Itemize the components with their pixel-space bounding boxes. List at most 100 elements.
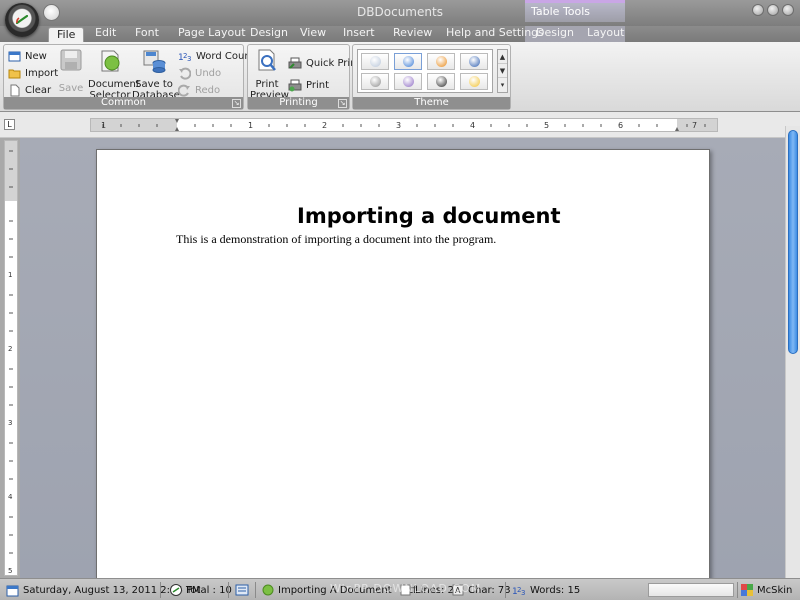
print-button[interactable]: Print (288, 77, 329, 93)
tab-page-layout[interactable]: Page Layout (178, 26, 246, 42)
save-to-database-button[interactable]: Save to Database (132, 48, 180, 101)
office-blue-icon (403, 56, 414, 67)
new-document-icon (8, 51, 21, 61)
document-selector-icon (262, 584, 274, 596)
svg-text:1: 1 (248, 121, 253, 130)
svg-text:A: A (455, 586, 461, 595)
import-button[interactable]: Import (8, 65, 58, 81)
status-lines: Lines: 2 (400, 582, 454, 598)
tab-stop-selector[interactable]: L (4, 119, 15, 130)
maximize-button[interactable] (767, 4, 779, 16)
vertical-scrollbar[interactable] (785, 126, 800, 578)
quick-print-icon (288, 57, 302, 69)
tab-font[interactable]: Font (135, 26, 159, 42)
svg-text:3: 3 (187, 55, 191, 62)
svg-text:4: 4 (470, 121, 475, 130)
status-progress-field (648, 583, 734, 597)
calendar-icon (6, 585, 19, 596)
help-sphere-icon (469, 56, 480, 67)
character-icon: A (452, 584, 464, 596)
ruler-row: L 1 1 2 3 4 5 6 7 (0, 112, 800, 138)
theme-item[interactable] (394, 53, 422, 70)
document-view-icon (235, 584, 249, 596)
database-save-icon (143, 50, 166, 73)
status-chars: A Char: 73 (452, 582, 511, 598)
minimize-button[interactable] (752, 4, 764, 16)
skin-selector[interactable]: McSkin (741, 582, 792, 598)
tab-review[interactable]: Review (393, 26, 432, 42)
application-menu-button[interactable] (5, 3, 39, 37)
context-tab-group-label: Table Tools (525, 0, 625, 22)
status-total: Total : 10 (170, 582, 232, 598)
printing-dialog-launcher-icon[interactable]: ↘ (338, 99, 347, 108)
tab-table-design[interactable]: Design (536, 26, 574, 42)
svg-text:3: 3 (396, 121, 401, 130)
print-preview-button[interactable]: Print Preview (250, 48, 289, 101)
theme-item[interactable] (427, 73, 455, 90)
purple-swirl-icon (403, 76, 414, 87)
theme-item[interactable] (361, 53, 389, 70)
group-label-common: Common (4, 97, 243, 109)
orange-icon (436, 56, 447, 67)
scrollbar-thumb[interactable] (788, 130, 798, 354)
undo-button[interactable]: Undo (178, 65, 221, 81)
theme-item[interactable] (427, 53, 455, 70)
group-label-theme: Theme (353, 97, 510, 109)
theme-item[interactable] (460, 73, 488, 90)
folder-icon (8, 69, 21, 78)
document-heading[interactable]: Importing a document (297, 204, 561, 228)
theme-item[interactable] (460, 53, 488, 70)
blank-page-icon (10, 84, 20, 96)
printer-icon (288, 79, 302, 91)
chevron-down-icon[interactable]: ▼ (498, 64, 507, 78)
word-count-icon: 1 2 3 (178, 52, 191, 62)
status-document-name: Importing A Document .rtf (262, 582, 416, 598)
gallery-expand-icon[interactable]: ▾ (498, 78, 507, 92)
tab-insert[interactable]: Insert (343, 26, 375, 42)
document-page[interactable]: Importing a document This is a demonstra… (96, 149, 710, 599)
svg-text:3: 3 (521, 589, 525, 596)
close-button[interactable] (782, 4, 794, 16)
globe-icon (370, 56, 381, 67)
window-title: DBDocuments (357, 5, 443, 19)
document-selector-button[interactable]: Document Selector (88, 48, 140, 101)
document-paragraph[interactable]: This is a demonstration of importing a d… (176, 232, 496, 247)
clear-button[interactable]: Clear (8, 82, 51, 98)
ruler-ticks: 1 1 2 3 4 5 6 7 (101, 119, 706, 131)
theme-gallery (357, 49, 493, 93)
svg-text:2: 2 (8, 345, 12, 353)
undo-icon (179, 67, 191, 80)
gauge-icon (16, 15, 28, 24)
new-button[interactable]: New (8, 48, 47, 64)
tab-edit[interactable]: Edit (95, 26, 116, 42)
save-button[interactable]: Save (56, 48, 86, 94)
tab-view[interactable]: View (300, 26, 326, 42)
redo-button[interactable]: Redo (178, 82, 220, 98)
svg-text:5: 5 (544, 121, 549, 130)
word-count-icon: 1 2 3 (512, 586, 525, 596)
common-dialog-launcher-icon[interactable]: ↘ (232, 99, 241, 108)
document-area: Importing a document This is a demonstra… (20, 138, 785, 599)
group-theme: ▲ ▼ ▾ Theme (352, 44, 511, 110)
horizontal-ruler[interactable]: 1 1 2 3 4 5 6 7 (90, 118, 718, 132)
tab-table-layout[interactable]: Layout (587, 26, 624, 42)
redo-icon (178, 84, 190, 97)
tab-design[interactable]: Design (250, 26, 288, 42)
status-layout-toggle[interactable] (235, 582, 249, 598)
group-printing: Print Preview Quick Print Print Printing… (247, 44, 360, 110)
group-label-printing: Printing (248, 97, 349, 109)
svg-text:7: 7 (692, 121, 697, 130)
svg-text:1: 1 (8, 271, 12, 279)
vertical-ruler[interactable]: 1 2 3 4 5 (4, 140, 18, 576)
chevron-up-icon[interactable]: ▲ (498, 50, 507, 64)
print-preview-icon (258, 49, 276, 71)
svg-text:3: 3 (8, 419, 12, 427)
quick-print-button[interactable]: Quick Print (288, 55, 360, 71)
theme-item[interactable] (394, 73, 422, 90)
theme-item[interactable] (361, 73, 389, 90)
tab-file[interactable]: File (48, 27, 85, 43)
theme-gallery-scroll[interactable]: ▲ ▼ ▾ (497, 49, 508, 93)
tab-help-and-settings[interactable]: Help and Settings (446, 26, 544, 42)
word-count-button[interactable]: 1 2 3 Word Count (178, 48, 255, 64)
floppy-disk-icon (60, 49, 82, 71)
